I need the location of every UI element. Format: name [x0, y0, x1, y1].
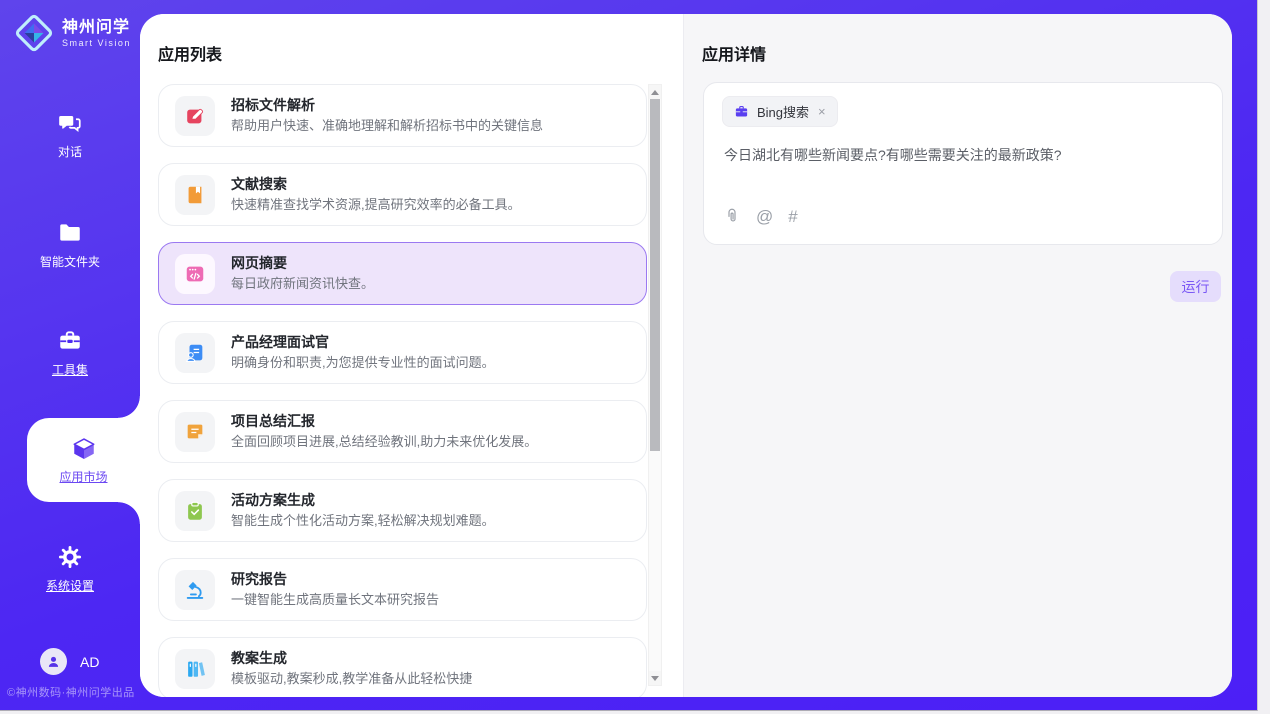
app-title: 产品经理面试官 — [231, 332, 495, 353]
app-title: 教案生成 — [231, 648, 472, 669]
run-button[interactable]: 运行 — [1170, 271, 1221, 302]
briefcase-icon — [734, 104, 749, 119]
app-list-title: 应用列表 — [158, 41, 222, 65]
scrollbar[interactable] — [648, 84, 662, 686]
main-content: 应用列表 招标文件解析 帮助用户快速、准确地理解和解析招标书中的关键信息 文献搜… — [140, 14, 1232, 697]
browser-code-icon — [184, 263, 206, 285]
app-texts: 文献搜索 快速精准查找学术资源,提高研究效率的必备工具。 — [231, 174, 521, 215]
app-icon-tile — [175, 175, 215, 215]
sidebar-item-folder[interactable]: 智能文件夹 — [0, 220, 140, 270]
sidebar-item-label: 对话 — [58, 143, 82, 160]
brand: 神州问学 Smart Vision — [13, 12, 131, 54]
mention-icon[interactable]: @ — [756, 208, 773, 225]
app-card[interactable]: 研究报告 一键智能生成高质量长文本研究报告 — [158, 558, 647, 621]
brand-name: 神州问学 — [62, 18, 131, 37]
brand-subtitle: Smart Vision — [62, 38, 131, 48]
app-title: 活动方案生成 — [231, 490, 495, 511]
app-card[interactable]: 网页摘要 每日政府新闻资讯快查。 — [158, 242, 647, 305]
folder-icon — [57, 220, 83, 246]
prompt-card: Bing搜索 × 今日湖北有哪些新闻要点?有哪些需要关注的最新政策? @ # — [703, 82, 1223, 245]
app-icon-tile — [175, 254, 215, 294]
app-texts: 项目总结汇报 全面回顾项目进展,总结经验教训,助力未来优化发展。 — [231, 411, 537, 452]
app-card[interactable]: 招标文件解析 帮助用户快速、准确地理解和解析招标书中的关键信息 — [158, 84, 647, 147]
app-card[interactable]: 教案生成 模板驱动,教案秒成,教学准备从此轻松快捷 — [158, 637, 647, 697]
interview-icon — [184, 342, 206, 364]
research-icon — [184, 579, 206, 601]
edit-doc-icon — [184, 105, 206, 127]
sidebar-item-toolbox[interactable]: 工具集 — [0, 328, 140, 378]
app-card[interactable]: 文献搜索 快速精准查找学术资源,提高研究效率的必备工具。 — [158, 163, 647, 226]
app-window: 神州问学 Smart Vision 对话 智能文件夹 工具集 应用市场 系统设置… — [0, 0, 1258, 711]
hash-icon[interactable]: # — [788, 208, 797, 225]
sidebar-item-label: 系统设置 — [46, 577, 94, 594]
sidebar-item-label: 智能文件夹 — [40, 253, 100, 270]
paperclip-icon[interactable] — [723, 207, 741, 225]
app-icon-tile — [175, 96, 215, 136]
app-description: 智能生成个性化活动方案,轻松解决规划难题。 — [231, 511, 495, 531]
book-icon — [184, 184, 206, 206]
prompt-input[interactable]: 今日湖北有哪些新闻要点?有哪些需要关注的最新政策? — [724, 145, 1202, 166]
app-description: 一键智能生成高质量长文本研究报告 — [231, 590, 439, 610]
app-description: 全面回顾项目进展,总结经验教训,助力未来优化发展。 — [231, 432, 537, 452]
sidebar: 神州问学 Smart Vision 对话 智能文件夹 工具集 应用市场 系统设置… — [0, 0, 140, 711]
tool-tag-bing-search[interactable]: Bing搜索 × — [722, 96, 838, 127]
app-texts: 招标文件解析 帮助用户快速、准确地理解和解析招标书中的关键信息 — [231, 95, 543, 136]
clipboard-check-icon — [184, 500, 206, 522]
gear-icon — [57, 544, 83, 570]
tool-tag-label: Bing搜索 — [757, 102, 809, 121]
app-list-panel: 应用列表 招标文件解析 帮助用户快速、准确地理解和解析招标书中的关键信息 文献搜… — [140, 14, 683, 697]
app-icon-tile — [175, 570, 215, 610]
app-card[interactable]: 项目总结汇报 全面回顾项目进展,总结经验教训,助力未来优化发展。 — [158, 400, 647, 463]
chat-icon — [57, 110, 83, 136]
prompt-toolbar: @ # — [723, 207, 798, 225]
app-card-list: 招标文件解析 帮助用户快速、准确地理解和解析招标书中的关键信息 文献搜索 快速精… — [158, 84, 647, 697]
app-texts: 网页摘要 每日政府新闻资讯快查。 — [231, 253, 374, 294]
user-row[interactable]: AD — [40, 648, 99, 675]
app-card[interactable]: 活动方案生成 智能生成个性化活动方案,轻松解决规划难题。 — [158, 479, 647, 542]
app-texts: 教案生成 模板驱动,教案秒成,教学准备从此轻松快捷 — [231, 648, 472, 689]
app-detail-title: 应用详情 — [702, 41, 766, 65]
lesson-icon — [184, 658, 206, 680]
cube-icon — [71, 436, 97, 462]
app-description: 模板驱动,教案秒成,教学准备从此轻松快捷 — [231, 669, 472, 689]
user-name: AD — [80, 654, 99, 670]
app-title: 网页摘要 — [231, 253, 374, 274]
app-title: 文献搜索 — [231, 174, 521, 195]
app-texts: 产品经理面试官 明确身份和职责,为您提供专业性的面试问题。 — [231, 332, 495, 373]
brand-logo-diamond-icon — [13, 12, 55, 54]
app-description: 明确身份和职责,为您提供专业性的面试问题。 — [231, 353, 495, 373]
app-detail-panel: 应用详情 Bing搜索 × 今日湖北有哪些新闻要点?有哪些需要关注的最新政策? … — [683, 14, 1232, 697]
sidebar-item-chat[interactable]: 对话 — [0, 110, 140, 160]
tool-tag-close-icon[interactable]: × — [818, 104, 826, 119]
app-screen: 神州问学 Smart Vision 对话 智能文件夹 工具集 应用市场 系统设置… — [0, 0, 1270, 714]
app-title: 招标文件解析 — [231, 95, 543, 116]
app-icon-tile — [175, 491, 215, 531]
toolbox-icon — [57, 328, 83, 354]
app-description: 快速精准查找学术资源,提高研究效率的必备工具。 — [231, 195, 521, 215]
copyright-text: ©神州数码·神州问学出品 — [7, 684, 147, 700]
sidebar-item-label: 工具集 — [52, 361, 88, 378]
scrollbar-down-button[interactable] — [649, 671, 661, 685]
app-card[interactable]: 产品经理面试官 明确身份和职责,为您提供专业性的面试问题。 — [158, 321, 647, 384]
person-icon — [45, 653, 62, 670]
app-icon-tile — [175, 412, 215, 452]
app-description: 每日政府新闻资讯快查。 — [231, 274, 374, 294]
scrollbar-up-button[interactable] — [649, 85, 661, 99]
avatar[interactable] — [40, 648, 67, 675]
app-description: 帮助用户快速、准确地理解和解析招标书中的关键信息 — [231, 116, 543, 136]
app-icon-tile — [175, 333, 215, 373]
note-icon — [184, 421, 206, 443]
sidebar-item-label: 应用市场 — [59, 468, 107, 485]
app-icon-tile — [175, 649, 215, 689]
sidebar-item-gear[interactable]: 系统设置 — [0, 544, 140, 594]
app-title: 研究报告 — [231, 569, 439, 590]
app-texts: 研究报告 一键智能生成高质量长文本研究报告 — [231, 569, 439, 610]
app-texts: 活动方案生成 智能生成个性化活动方案,轻松解决规划难题。 — [231, 490, 495, 531]
sidebar-item-cube[interactable]: 应用市场 — [27, 418, 140, 502]
scrollbar-thumb[interactable] — [650, 99, 660, 451]
app-title: 项目总结汇报 — [231, 411, 537, 432]
